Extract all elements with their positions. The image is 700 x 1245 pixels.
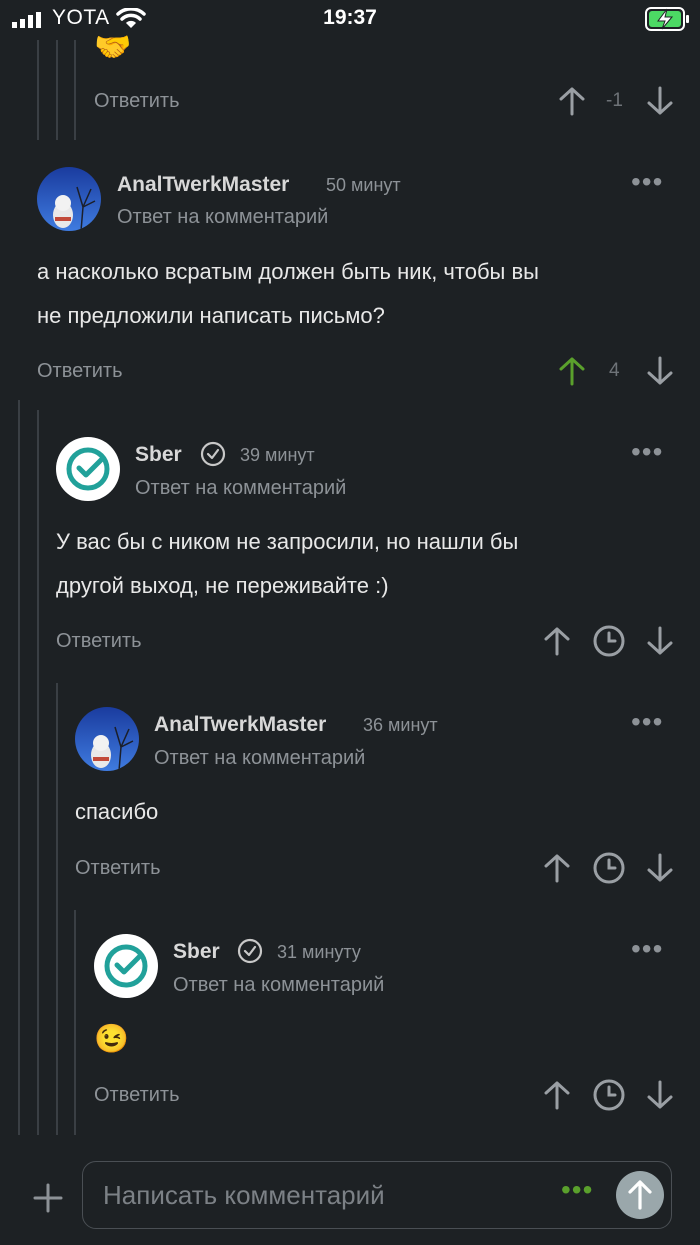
reply-to-link[interactable]: Ответ на комментарий	[154, 747, 365, 770]
sber-logo-icon	[66, 447, 110, 491]
downvote-icon[interactable]	[646, 356, 674, 386]
thread-line	[56, 40, 58, 140]
comment-time: 36 минут	[363, 715, 438, 735]
comment-time: 39 минут	[240, 445, 315, 465]
author-name[interactable]: Sber	[135, 443, 182, 467]
comment-body: а насколько всратым должен быть ник, что…	[37, 250, 677, 338]
comment-line: не предложили написать письмо?	[37, 303, 385, 328]
comment-score: 4	[609, 360, 620, 381]
avatar[interactable]	[37, 167, 101, 231]
avatar[interactable]	[94, 934, 158, 998]
reply-button[interactable]: Ответить	[75, 857, 161, 880]
author-name[interactable]: AnalTwerkMaster	[154, 713, 326, 737]
sber-logo-icon	[104, 944, 148, 988]
add-attachment-button[interactable]	[32, 1182, 64, 1214]
thread-line	[37, 40, 39, 140]
clock: 19:37	[323, 6, 377, 29]
comment-body: 😉	[94, 1017, 674, 1061]
thread-line	[18, 400, 20, 1135]
upvote-icon[interactable]	[558, 356, 586, 386]
downvote-icon[interactable]	[646, 1080, 674, 1110]
comment-line: У вас бы с ником не запросили, но нашли …	[56, 529, 519, 554]
more-options-button[interactable]: •••	[631, 436, 663, 468]
downvote-icon[interactable]	[646, 86, 674, 116]
typing-dots-icon: •••	[561, 1174, 594, 1205]
avatar-image	[75, 707, 139, 771]
handshake-emoji: 🤝	[94, 31, 132, 64]
comment-line: спасибо	[75, 799, 159, 824]
avatar[interactable]	[75, 707, 139, 771]
send-button[interactable]	[616, 1171, 664, 1219]
clock-icon	[593, 1079, 625, 1111]
reply-to-link[interactable]: Ответ на комментарий	[117, 206, 328, 229]
upvote-icon[interactable]	[543, 626, 571, 656]
more-options-button[interactable]: •••	[631, 933, 663, 965]
reply-button[interactable]: Ответить	[56, 630, 142, 653]
more-options-button[interactable]: •••	[631, 166, 663, 198]
reply-button[interactable]: Ответить	[94, 90, 180, 113]
comment-body: спасибо	[75, 790, 675, 834]
thread-line	[74, 40, 76, 140]
verified-badge-icon	[237, 938, 263, 964]
comment-body: У вас бы с ником не запросили, но нашли …	[56, 520, 676, 608]
upvote-icon[interactable]	[558, 86, 586, 116]
upvote-icon[interactable]	[543, 853, 571, 883]
avatar[interactable]	[56, 437, 120, 501]
thread-line	[37, 410, 39, 1135]
comment-line: 😉	[94, 1023, 129, 1054]
thread-line	[56, 683, 58, 1135]
reply-to-link[interactable]: Ответ на комментарий	[173, 974, 384, 997]
comment-line: а насколько всратым должен быть ник, что…	[37, 259, 539, 284]
thread-line	[74, 910, 76, 1135]
author-name[interactable]: Sber	[173, 940, 220, 964]
comment-composer: •••	[82, 1161, 672, 1229]
verified-badge-icon	[200, 441, 226, 467]
clock-icon	[593, 852, 625, 884]
reply-to-link[interactable]: Ответ на комментарий	[135, 477, 346, 500]
comment-time: 31 минуту	[277, 942, 361, 962]
comment-line: другой выход, не переживайте :)	[56, 573, 389, 598]
more-options-button[interactable]: •••	[631, 706, 663, 738]
downvote-icon[interactable]	[646, 853, 674, 883]
battery-charging-icon	[645, 7, 689, 31]
reply-button[interactable]: Ответить	[94, 1084, 180, 1107]
comment-input[interactable]	[101, 1172, 545, 1218]
upvote-icon[interactable]	[543, 1080, 571, 1110]
comment-time: 50 минут	[326, 175, 401, 195]
comment-score: -1	[606, 90, 623, 111]
author-name[interactable]: AnalTwerkMaster	[117, 173, 289, 197]
clock-icon	[593, 625, 625, 657]
reply-button[interactable]: Ответить	[37, 360, 123, 383]
avatar-image	[37, 167, 101, 231]
downvote-icon[interactable]	[646, 626, 674, 656]
arrow-up-icon	[628, 1180, 652, 1210]
